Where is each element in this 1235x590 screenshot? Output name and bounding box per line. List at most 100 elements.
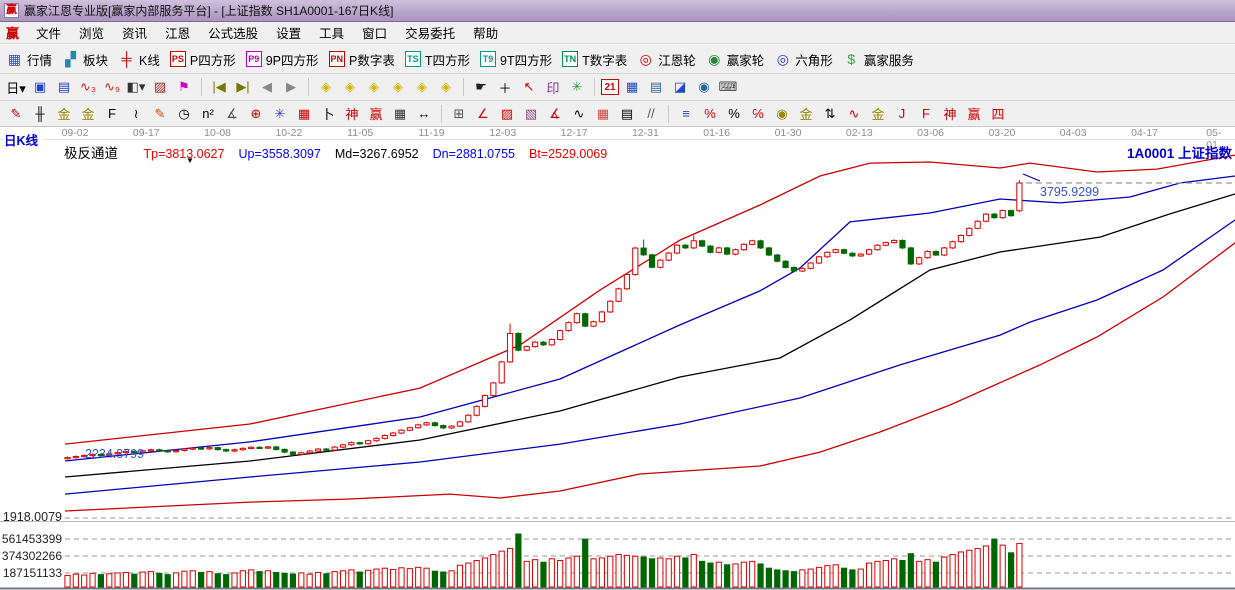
calendar-21-icon[interactable]: 21 xyxy=(601,79,619,95)
toolbar-button-kline[interactable]: ╪ K线 xyxy=(118,50,160,69)
shaded-fan-icon[interactable]: ▧ xyxy=(520,103,542,124)
circle-ruler-icon[interactable]: ◷ xyxy=(173,103,195,124)
gold-ratio-2-icon[interactable]: 金 xyxy=(77,103,99,124)
chart-area[interactable]: 09-02 09-17 10-08 10-22 11-05 11-19 12-03 12-17… xyxy=(0,127,1235,590)
candle-style-icon[interactable]: ◧▾ xyxy=(125,77,147,98)
hand-drag-icon[interactable]: ☛ xyxy=(470,77,492,98)
gold-angle-icon[interactable]: 金 xyxy=(867,103,889,124)
diamond-x-icon[interactable]: ◈ xyxy=(387,77,409,98)
toolbar-button-t-table[interactable]: TN T数字表 xyxy=(562,50,627,69)
toolbar-button-gann-wheel[interactable]: ◎ 江恩轮 xyxy=(637,50,696,69)
flower-mark-icon[interactable]: ✳ xyxy=(566,77,588,98)
percent-line-icon[interactable]: ℅ xyxy=(747,103,769,124)
diamond-left-icon[interactable]: ◈ xyxy=(315,77,337,98)
diamond-h-icon[interactable]: ◈ xyxy=(363,77,385,98)
toolbar-button-p-table[interactable]: PN P数字表 xyxy=(328,50,395,69)
toolbar-button-9p-square[interactable]: P9 9P四方形 xyxy=(245,50,319,69)
box-fan-icon[interactable]: ▨ xyxy=(496,103,518,124)
toolbar-button-quotes[interactable]: ▦ 行情 xyxy=(6,50,52,69)
spiral-icon[interactable]: ≀ xyxy=(125,103,147,124)
crosshair-icon[interactable]: ＋ xyxy=(494,77,516,98)
fan-lines-icon[interactable]: ∠ xyxy=(472,103,494,124)
width-measure-icon[interactable]: ↔ xyxy=(413,103,435,124)
menu-item-设置[interactable]: 设置 xyxy=(267,21,310,44)
fibonacci-icon[interactable]: F xyxy=(101,103,123,124)
angle-line-icon[interactable]: ∡ xyxy=(544,103,566,124)
toolbar-button-9t-square[interactable]: T9 9T四方形 xyxy=(480,50,552,69)
gann-grid-icon[interactable]: ▦ xyxy=(293,103,315,124)
win-tool-icon[interactable]: 赢 xyxy=(365,103,387,124)
angle-mirror-icon[interactable]: ∡ xyxy=(221,103,243,124)
notes-icon[interactable]: ▤ xyxy=(645,77,667,98)
web-icon[interactable]: ◉ xyxy=(693,77,715,98)
volume-bar xyxy=(181,570,188,588)
remote-pc-icon[interactable]: ⌨ xyxy=(717,77,739,98)
gann-target-icon[interactable]: ⊕ xyxy=(245,103,267,124)
pen-icon[interactable]: ✎ xyxy=(5,103,27,124)
diamond-right-icon[interactable]: ◈ xyxy=(339,77,361,98)
toolbar-button-p-square[interactable]: PS P四方形 xyxy=(169,50,236,69)
menu-item-文件[interactable]: 文件 xyxy=(27,21,70,44)
calculator-icon[interactable]: ▦ xyxy=(621,77,643,98)
n-square-icon[interactable]: n² xyxy=(197,103,219,124)
toolbar-button-winner-wheel[interactable]: ◉ 赢家轮 xyxy=(706,50,764,69)
gold-ratio-1-icon[interactable]: 金 xyxy=(53,103,75,124)
pen-2-icon[interactable]: ✎ xyxy=(149,103,171,124)
pattern-icon[interactable]: ▨ xyxy=(149,77,171,98)
menu-item-窗口[interactable]: 窗口 xyxy=(353,21,396,44)
indicator-name[interactable]: 极反通道 xyxy=(64,146,118,161)
indicator-dropdown-arrow[interactable]: ▼ xyxy=(186,156,194,165)
box-tool-icon[interactable]: ⊞ xyxy=(448,103,470,124)
grid-ruler-icon[interactable]: ╫ xyxy=(29,103,51,124)
period-label[interactable]: 日K线 xyxy=(4,130,45,149)
toolbar-button-sectors[interactable]: ▞ 板块 xyxy=(62,50,108,69)
wave-9-icon[interactable]: ∿₉ xyxy=(101,77,123,98)
menu-item-帮助[interactable]: 帮助 xyxy=(464,21,507,44)
stamp-icon[interactable]: 印 xyxy=(542,77,564,98)
flag-tool-icon[interactable]: ⚑ xyxy=(173,77,195,98)
menu-item-江恩[interactable]: 江恩 xyxy=(156,21,199,44)
indicator-info-row: 极反通道 Tp=3813.0627 Up=3558.3097 Md=3267.695… xyxy=(64,142,621,162)
wave-red-icon[interactable]: ∿ xyxy=(843,103,865,124)
angle-pointer-icon[interactable]: ↖ xyxy=(518,77,540,98)
percent-red-icon[interactable]: % xyxy=(699,103,721,124)
win-angle-icon[interactable]: 赢 xyxy=(963,103,985,124)
save-icon[interactable]: ◪ xyxy=(669,77,691,98)
j-angle-icon[interactable]: J xyxy=(891,103,913,124)
first-bar-icon[interactable]: |◀ xyxy=(208,77,230,98)
f-angle-icon[interactable]: F xyxy=(915,103,937,124)
volume-bar xyxy=(365,569,372,588)
menu-item-浏览[interactable]: 浏览 xyxy=(70,21,113,44)
ratio-list-icon[interactable]: ≡ xyxy=(675,103,697,124)
gann-star-icon[interactable]: ✳ xyxy=(269,103,291,124)
period-day-icon[interactable]: 日▾ xyxy=(5,77,27,98)
parallel-icon[interactable]: // xyxy=(640,103,662,124)
scale-grid-icon[interactable]: ▦ xyxy=(389,103,411,124)
price-grid-icon[interactable]: ▦ xyxy=(592,103,614,124)
time-grid-icon[interactable]: ▤ xyxy=(616,103,638,124)
last-bar-icon[interactable]: ▶| xyxy=(232,77,254,98)
toolbar-button-winner-service[interactable]: $ 赢家服务 xyxy=(843,50,913,69)
menu-item-交易委托[interactable]: 交易委托 xyxy=(396,21,464,44)
menu-item-公式选股[interactable]: 公式选股 xyxy=(199,21,267,44)
gold-circle-icon[interactable]: ◉ xyxy=(771,103,793,124)
menu-item-资讯[interactable]: 资讯 xyxy=(113,21,156,44)
divination-icon[interactable]: 卜 xyxy=(317,103,339,124)
shen-tool-icon[interactable]: 神 xyxy=(341,103,363,124)
wave-3-icon[interactable]: ∿₃ xyxy=(77,77,99,98)
diamond-all-icon[interactable]: ◈ xyxy=(435,77,457,98)
four-angle-icon[interactable]: 四 xyxy=(987,103,1009,124)
chart-window-icon[interactable]: ▣ xyxy=(29,77,51,98)
wave-tool-icon[interactable]: ∿ xyxy=(568,103,590,124)
next-bar-icon[interactable]: ▶ xyxy=(280,77,302,98)
prev-bar-icon[interactable]: ◀ xyxy=(256,77,278,98)
gold-line-icon[interactable]: 金 xyxy=(795,103,817,124)
menu-item-工具[interactable]: 工具 xyxy=(310,21,353,44)
toolbar-button-hexagon[interactable]: ◎ 六角形 xyxy=(774,50,833,69)
shen-angle-icon[interactable]: 神 xyxy=(939,103,961,124)
toolbar-button-t-square[interactable]: TS T四方形 xyxy=(404,50,470,69)
percent-icon[interactable]: % xyxy=(723,103,745,124)
diamond-v-icon[interactable]: ◈ xyxy=(411,77,433,98)
candle-measure-icon[interactable]: ⇅ xyxy=(819,103,841,124)
info-board-icon[interactable]: ▤ xyxy=(53,77,75,98)
